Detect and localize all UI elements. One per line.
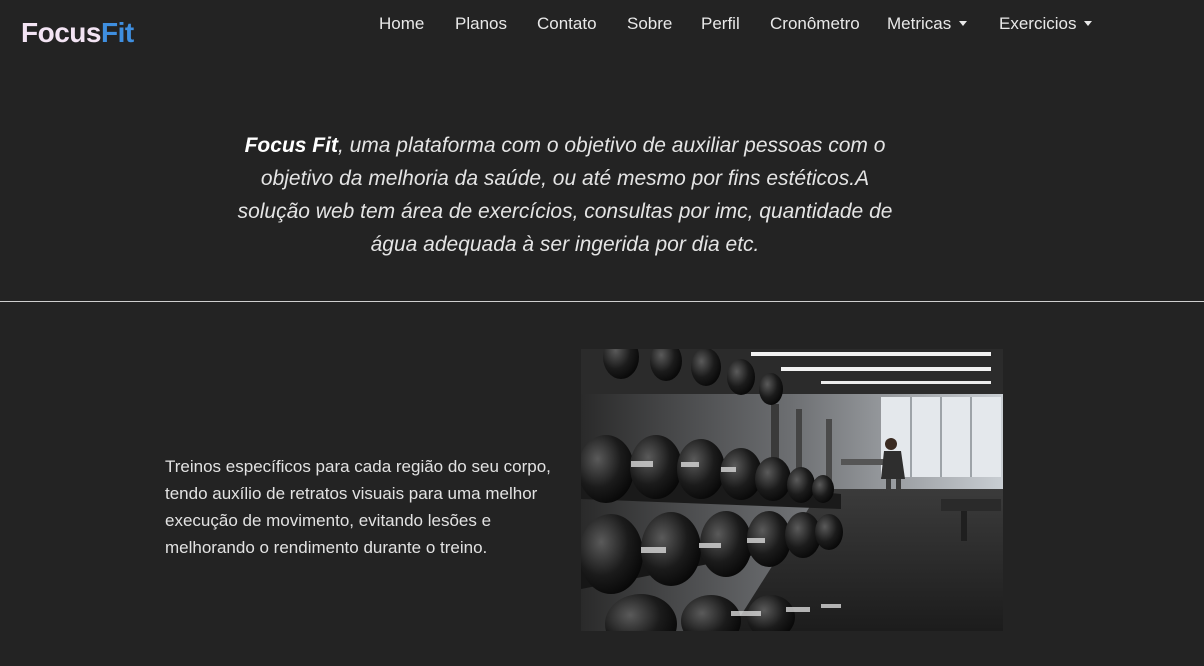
- brand-part-focus: Focus: [21, 17, 101, 48]
- page: FocusFit Home Planos Contato Sobre Perfi…: [0, 0, 1204, 666]
- intro-description: Focus Fit, uma plataforma com o objetivo…: [230, 129, 900, 261]
- brand-logo[interactable]: FocusFit: [21, 16, 134, 50]
- feature-description: Treinos específicos para cada região do …: [165, 457, 551, 557]
- nav-planos[interactable]: Planos: [455, 14, 507, 34]
- navbar: FocusFit Home Planos Contato Sobre Perfi…: [0, 0, 1204, 60]
- nav-metricas-label: Metricas: [887, 14, 952, 33]
- nav-metricas-dropdown[interactable]: Metricas: [887, 14, 968, 34]
- nav-perfil[interactable]: Perfil: [701, 14, 740, 34]
- brand-part-fit: Fit: [100, 17, 134, 48]
- nav-home[interactable]: Home: [379, 14, 424, 34]
- nav-exercicios-dropdown[interactable]: Exercicios: [999, 14, 1093, 34]
- intro-brand-name: Focus Fit: [244, 134, 338, 157]
- nav-sobre[interactable]: Sobre: [627, 14, 672, 34]
- section-divider: [0, 301, 1204, 302]
- nav-cronometro[interactable]: Cronômetro: [770, 14, 860, 34]
- nav-exercicios-label: Exercicios: [999, 14, 1077, 33]
- gym-dumbbell-image: [581, 349, 1003, 631]
- chevron-down-icon: [959, 21, 968, 26]
- nav-contato[interactable]: Contato: [537, 14, 597, 34]
- chevron-down-icon: [1084, 21, 1093, 26]
